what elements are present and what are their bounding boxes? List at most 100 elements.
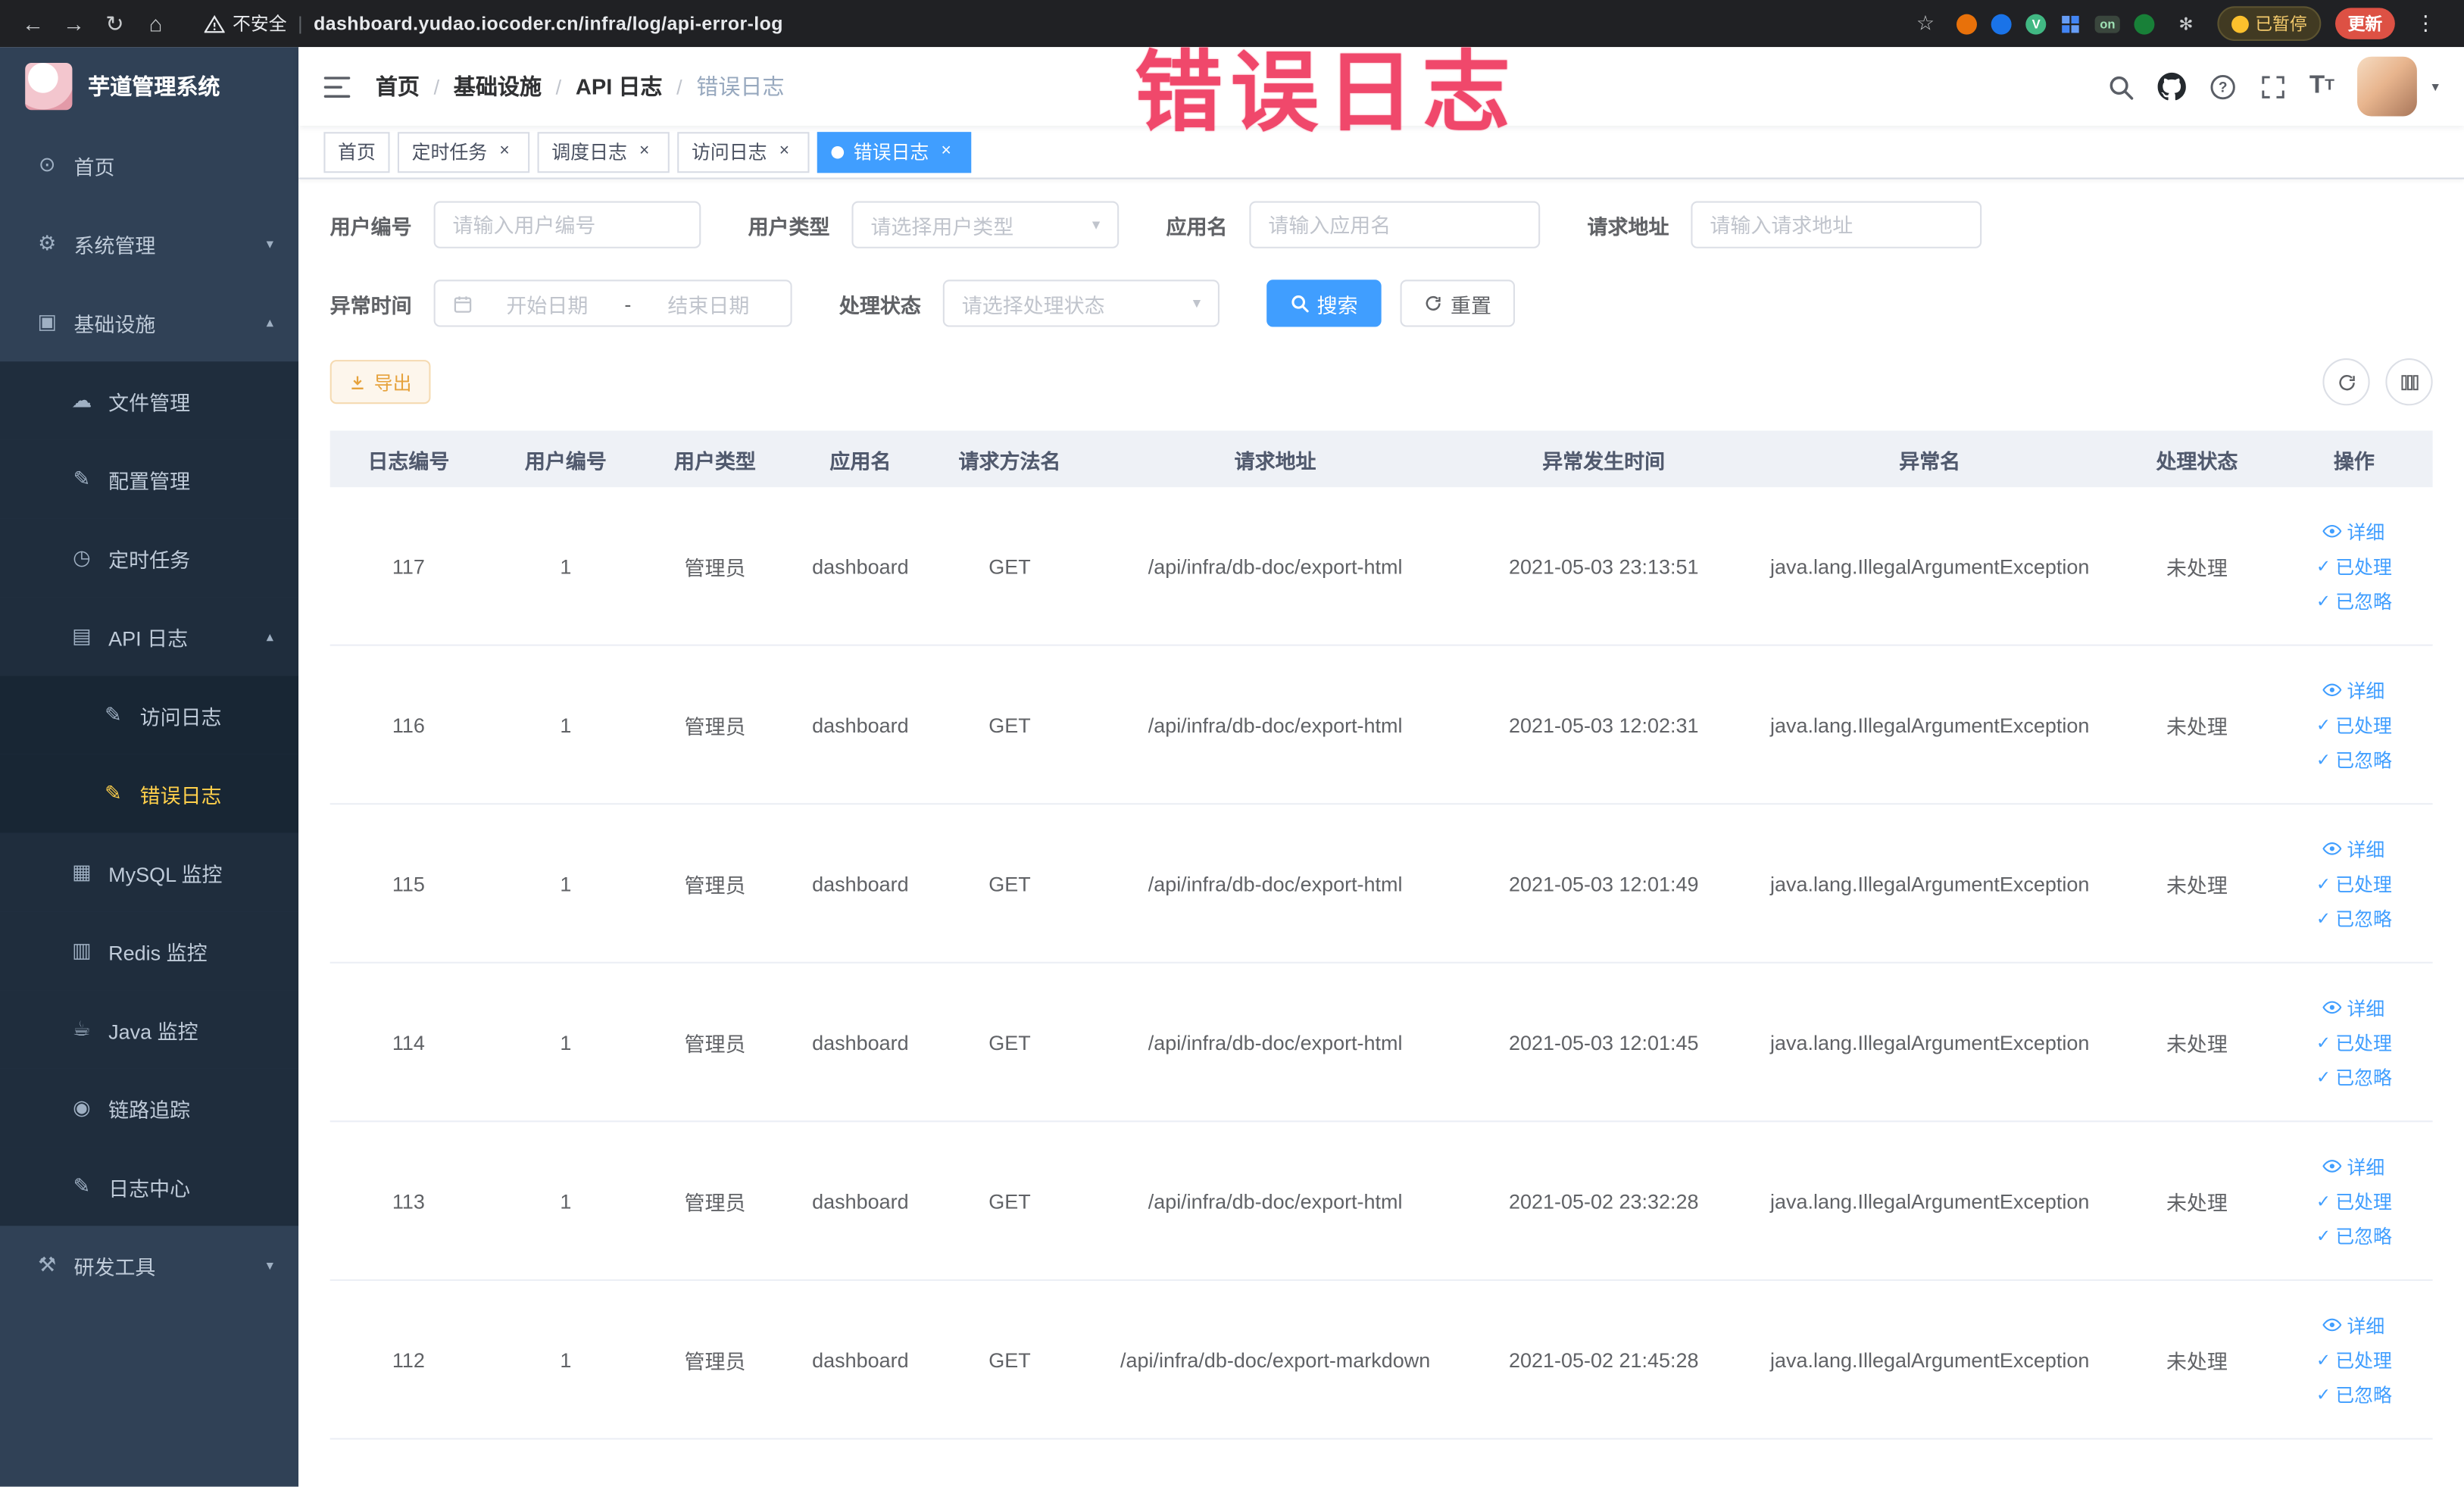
cell-actions: 详细 ✓ 已处理 ✓ 已忽略 <box>2275 1153 2432 1249</box>
cell-log-id: 117 <box>392 554 425 578</box>
eye-icon <box>2323 842 2343 855</box>
tab-scheduled-task[interactable]: 定时任务 × <box>397 131 530 173</box>
back-icon[interactable]: ← <box>16 6 51 41</box>
sidebar-item-system-management[interactable]: ⚙ 系统管理 ▾ <box>0 205 298 283</box>
processed-link[interactable]: ✓ 已处理 <box>2316 1346 2392 1373</box>
ignored-link[interactable]: ✓ 已忽略 <box>2316 1222 2392 1248</box>
ignored-link[interactable]: ✓ 已忽略 <box>2316 1064 2392 1090</box>
processed-link[interactable]: ✓ 已处理 <box>2316 870 2392 896</box>
search-button[interactable]: 搜索 <box>1266 280 1382 327</box>
extension-paw-icon[interactable]: ✻ <box>2169 6 2203 41</box>
sidebar-item-home[interactable]: ⊙ 首页 <box>0 126 298 205</box>
request-url-input[interactable] <box>1710 213 1963 237</box>
extension-green-icon[interactable] <box>2134 13 2155 34</box>
tab-label: 访问日志 <box>691 141 767 164</box>
extension-grid-icon[interactable] <box>2060 14 2081 34</box>
search-icon[interactable] <box>2106 73 2133 99</box>
processed-link[interactable]: ✓ 已处理 <box>2316 552 2392 579</box>
ignored-link[interactable]: ✓ 已忽略 <box>2316 1381 2392 1407</box>
sidebar-item-scheduled-tasks[interactable]: ◷ 定时任务 <box>0 518 299 598</box>
address-bar[interactable]: 不安全 | dashboard.yudao.iocoder.cn/infra/l… <box>180 11 1902 36</box>
refresh-button[interactable] <box>2322 358 2370 406</box>
avatar-caret-icon[interactable]: ▾ <box>2432 78 2439 95</box>
update-button[interactable]: 更新 <box>2335 8 2395 39</box>
processed-link[interactable]: ✓ 已处理 <box>2316 711 2392 738</box>
cell-log-id: 112 <box>392 1348 425 1372</box>
tab-schedule-log[interactable]: 调度日志 × <box>537 131 670 173</box>
home-browser-icon[interactable]: ⌂ <box>139 6 173 41</box>
app-name-input[interactable] <box>1268 213 1522 237</box>
sidebar-item-java-monitor[interactable]: ☕ Java 监控 <box>0 990 299 1069</box>
export-button[interactable]: 导出 <box>329 360 431 405</box>
eye-icon <box>2323 1160 2343 1173</box>
sidebar-item-file-management[interactable]: ☁ 文件管理 <box>0 361 299 440</box>
avatar[interactable] <box>2358 56 2418 117</box>
user-type-select[interactable]: 请选择用户类型 ▾ <box>851 201 1120 248</box>
ignored-link[interactable]: ✓ 已忽略 <box>2316 904 2392 931</box>
process-status-select[interactable]: 请选择处理状态 ▾ <box>942 280 1220 327</box>
sidebar-item-config-management[interactable]: ✎ 配置管理 <box>0 439 299 519</box>
table-row: 115 1 管理员 dashboard GET /api/infra/db-do… <box>329 804 2433 964</box>
sidebar-logo[interactable]: 芋道管理系统 <box>0 47 298 126</box>
column-settings-button[interactable] <box>2385 358 2433 406</box>
cell-user-type: 管理员 <box>684 873 746 897</box>
sidebar-item-dev-tools[interactable]: ⚒ 研发工具 ▾ <box>0 1226 298 1304</box>
detail-link[interactable]: 详细 <box>2323 836 2384 862</box>
cell-status: 未处理 <box>2166 555 2228 579</box>
ignored-link-label: 已忽略 <box>2335 1066 2392 1089</box>
breadcrumb-current: 错误日志 <box>696 73 785 99</box>
on-badge[interactable]: on <box>2095 14 2120 33</box>
sidebar-item-mysql-monitor[interactable]: ▦ MySQL 监控 <box>0 833 299 912</box>
user-id-input[interactable] <box>452 213 682 237</box>
font-size-icon[interactable]: TT <box>2309 73 2334 99</box>
close-icon[interactable]: × <box>935 141 957 163</box>
detail-link[interactable]: 详细 <box>2323 994 2384 1020</box>
sidebar-item-access-log[interactable]: ✎ 访问日志 <box>0 676 299 754</box>
detail-link[interactable]: 详细 <box>2323 518 2384 545</box>
browser-menu-icon[interactable]: ⋮ <box>2409 11 2443 36</box>
user-type-placeholder: 请选择用户类型 <box>870 214 1014 239</box>
reset-button[interactable]: 重置 <box>1400 280 1516 327</box>
detail-link[interactable]: 详细 <box>2323 1311 2384 1338</box>
extension-blue-icon[interactable] <box>1991 13 2013 34</box>
tab-home[interactable]: 首页 <box>323 131 390 173</box>
close-icon[interactable]: × <box>494 141 516 163</box>
sidebar-item-log-center[interactable]: ✎ 日志中心 <box>0 1147 299 1226</box>
help-icon[interactable]: ? <box>2209 73 2235 99</box>
bookmark-star-icon[interactable]: ☆ <box>1908 6 1943 41</box>
chevron-down-icon: ▾ <box>1091 216 1101 234</box>
github-icon[interactable] <box>2156 72 2186 101</box>
breadcrumb-item[interactable]: 首页 <box>376 70 420 102</box>
processed-link[interactable]: ✓ 已处理 <box>2316 1187 2392 1214</box>
tab-access-log[interactable]: 访问日志 × <box>677 131 810 173</box>
security-warning[interactable]: 不安全 <box>204 11 287 36</box>
filter-exception-time: 异常时间 开始日期 - 结束日期 <box>330 280 792 327</box>
sidebar-item-api-log[interactable]: ▤ API 日志 ▴ <box>0 597 299 676</box>
paused-badge[interactable]: 已暂停 <box>2217 6 2322 41</box>
detail-link[interactable]: 详细 <box>2323 676 2384 703</box>
processed-link[interactable]: ✓ 已处理 <box>2316 1029 2392 1055</box>
reload-icon[interactable]: ↻ <box>98 6 133 41</box>
sidebar-item-error-log[interactable]: ✎ 错误日志 <box>0 754 299 833</box>
vue-devtools-icon[interactable]: V <box>2025 13 2047 34</box>
ignored-link-label: 已忽略 <box>2335 590 2392 613</box>
close-icon[interactable]: × <box>773 141 795 163</box>
sidebar-item-redis-monitor[interactable]: ▥ Redis 监控 <box>0 911 299 991</box>
sidebar-item-trace[interactable]: ◉ 链路追踪 <box>0 1068 299 1148</box>
ignored-link-label: 已忽略 <box>2335 1383 2392 1406</box>
sidebar-item-infrastructure[interactable]: ▣ 基础设施 ▴ <box>0 283 298 361</box>
fullscreen-icon[interactable] <box>2259 73 2286 99</box>
sidebar-toggle-icon[interactable] <box>323 75 351 98</box>
breadcrumb-item[interactable]: 基础设施 <box>454 70 542 102</box>
forward-icon[interactable]: → <box>57 6 92 41</box>
extension-orange-icon[interactable] <box>1957 13 1978 34</box>
column-header: 异常名 <box>1899 448 1961 473</box>
close-icon[interactable]: × <box>633 141 655 163</box>
ignored-link[interactable]: ✓ 已忽略 <box>2316 745 2392 772</box>
ignored-link[interactable]: ✓ 已忽略 <box>2316 587 2392 614</box>
detail-link[interactable]: 详细 <box>2323 1153 2384 1179</box>
breadcrumb-item[interactable]: API 日志 <box>576 70 663 102</box>
tab-error-log[interactable]: 错误日志 × <box>817 131 972 173</box>
cell-user-type: 管理员 <box>684 555 746 579</box>
date-range-picker[interactable]: 开始日期 - 结束日期 <box>433 280 792 327</box>
